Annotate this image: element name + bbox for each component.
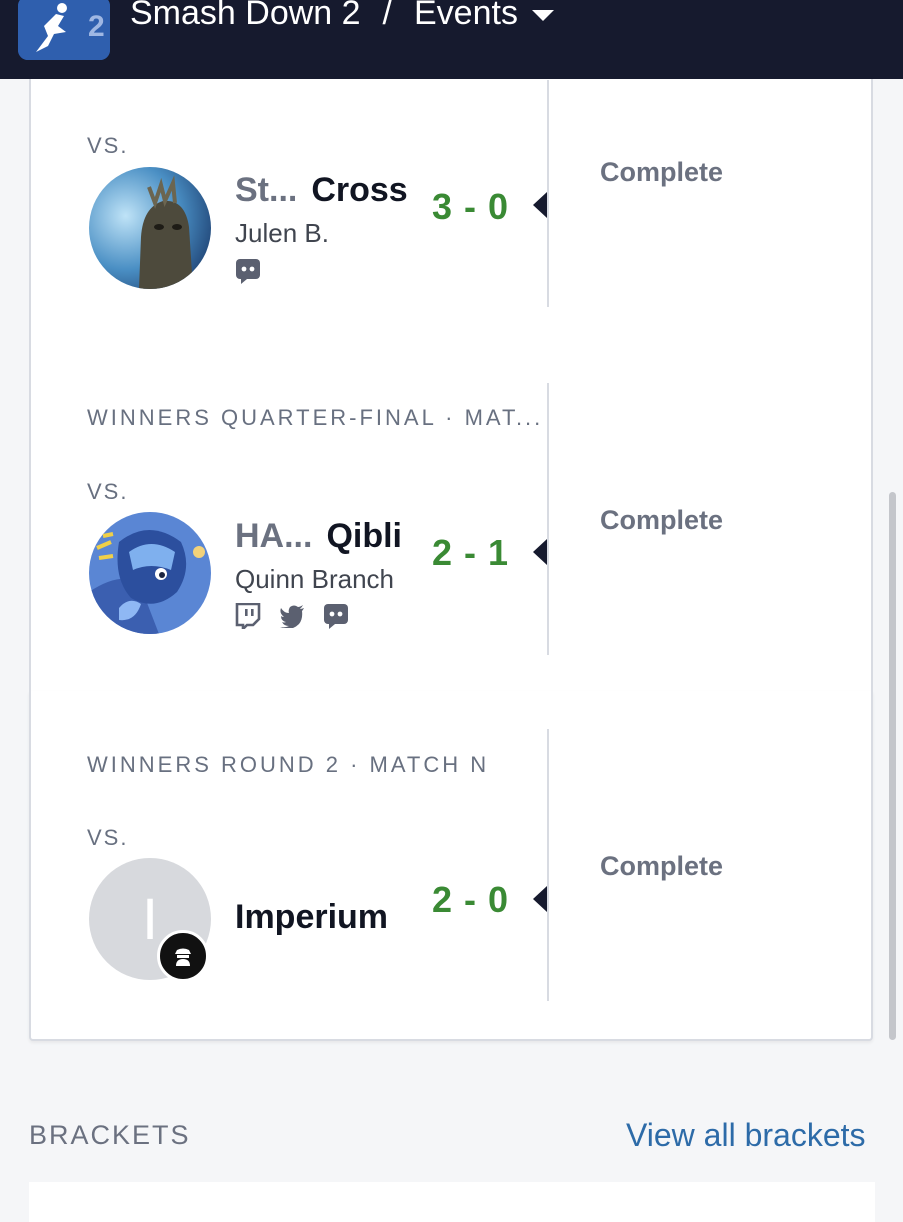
player-name[interactable]: HA... Qibli: [235, 517, 402, 556]
brackets-list-card: [29, 1182, 875, 1222]
view-all-brackets-link[interactable]: View all brackets: [626, 1117, 866, 1154]
caret-left-icon: [533, 539, 547, 565]
gamer-tag: Imperium: [235, 898, 389, 936]
sponsor-prefix: HA...: [235, 517, 313, 555]
player-real-name: Quinn Branch: [235, 564, 394, 594]
player-name[interactable]: Imperium: [235, 898, 388, 937]
caret-left-icon: [533, 192, 547, 218]
set-score: 2 - 1: [432, 532, 510, 573]
social-links: [235, 602, 349, 634]
caret-left-icon: [533, 886, 547, 912]
player-avatar[interactable]: [89, 512, 211, 634]
set-card[interactable]: WINNERS ROUND 2 · MATCH N VS. I Imperium…: [29, 691, 873, 1041]
set-score: 3 - 0: [432, 186, 510, 227]
discord-icon[interactable]: [323, 603, 349, 634]
discord-icon[interactable]: [235, 258, 261, 289]
breadcrumb: Smash Down 2 / Events: [130, 0, 554, 38]
chevron-down-icon[interactable]: [531, 9, 554, 21]
vs-label: VS.: [87, 479, 129, 504]
vs-label: VS.: [87, 133, 129, 158]
brackets-section-title: BRACKETS: [29, 1120, 191, 1150]
set-card[interactable]: VS. St... Cross Julen B. 3 - 0 Complete: [29, 60, 873, 347]
gamer-tag: Cross: [311, 171, 408, 209]
page-scrollbar[interactable]: [889, 492, 896, 1040]
set-status: Complete: [600, 157, 724, 187]
svg-text:2: 2: [88, 10, 105, 43]
gamer-tag: Qibli: [326, 517, 403, 555]
breadcrumb-separator: /: [382, 0, 392, 32]
sponsor-prefix: St...: [235, 171, 298, 209]
event-logo[interactable]: 2: [18, 0, 110, 60]
set-divider: [547, 729, 549, 1001]
set-divider: [547, 80, 549, 307]
twitch-icon[interactable]: [235, 602, 261, 634]
social-links: [235, 258, 261, 289]
breadcrumb-event-link[interactable]: Smash Down 2: [130, 0, 361, 33]
set-card[interactable]: WINNERS QUARTER-FINAL · MAT... VS. HA...…: [29, 345, 873, 693]
player-avatar[interactable]: [89, 167, 211, 289]
player-name[interactable]: St... Cross: [235, 171, 408, 210]
round-label: WINNERS ROUND 2 · MATCH N: [87, 752, 490, 777]
set-status: Complete: [600, 505, 724, 535]
top-navigation-bar: 2 Smash Down 2 / Events: [0, 0, 903, 79]
anonymous-user-icon: [157, 930, 209, 982]
vs-label: VS.: [87, 825, 129, 850]
twitter-icon[interactable]: [279, 604, 305, 633]
set-status: Complete: [600, 851, 724, 881]
set-divider: [547, 383, 549, 655]
avatar-initial: I: [141, 886, 159, 952]
player-real-name: Julen B.: [235, 218, 329, 248]
set-score: 2 - 0: [432, 879, 510, 920]
breadcrumb-events-dropdown[interactable]: Events: [414, 0, 518, 33]
round-label: WINNERS QUARTER-FINAL · MAT...: [87, 405, 544, 430]
